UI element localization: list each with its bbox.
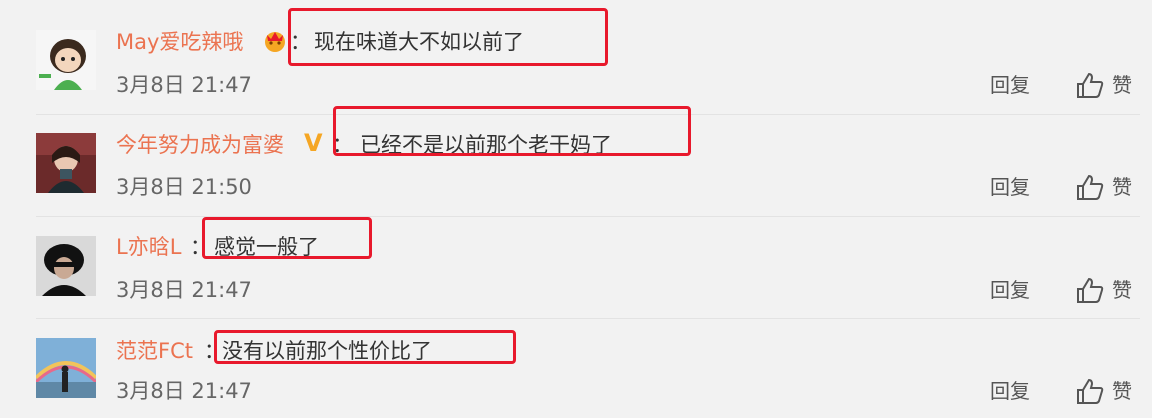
like-label: 赞 [1112,379,1132,403]
comment-text: 没有以前那个性价比了 [222,339,432,363]
username[interactable]: L亦晗L [116,232,181,262]
comment-text: 感觉一般了 [214,235,319,259]
username[interactable]: 范范FCt [116,336,193,366]
like-label: 赞 [1112,175,1132,199]
colon: ： [190,235,211,259]
username[interactable]: 今年努力成为富婆 [116,130,284,160]
reply-button[interactable]: 回复 [990,275,1030,305]
avatar[interactable] [36,236,96,296]
avatar[interactable] [36,338,96,398]
reply-button[interactable]: 回复 [990,172,1030,202]
thumbs-up-icon [1077,378,1104,404]
thumbs-up-icon [1077,277,1104,303]
thumbs-up-icon [1077,174,1104,200]
like-button[interactable]: 赞 [1076,172,1138,202]
timestamp: 3月8日 21:47 [116,379,252,403]
like-button[interactable]: 赞 [1076,275,1138,305]
comment-text: 已经不是以前那个老干妈了 [360,133,612,157]
timestamp: 3月8日 21:50 [116,175,252,199]
verified-v-icon: V [304,129,323,157]
colon: ： [332,133,353,157]
like-button[interactable]: 赞 [1076,376,1138,406]
divider [36,114,1140,115]
divider [36,216,1140,217]
like-label: 赞 [1112,278,1132,302]
avatar[interactable] [36,133,96,193]
divider [36,318,1140,319]
reply-button[interactable]: 回复 [990,376,1030,406]
comment-item: 范范FCt ： 没有以前那个性价比了 3月8日 21:47 回复 赞 [0,0,1152,404]
timestamp: 3月8日 21:47 [116,278,252,302]
